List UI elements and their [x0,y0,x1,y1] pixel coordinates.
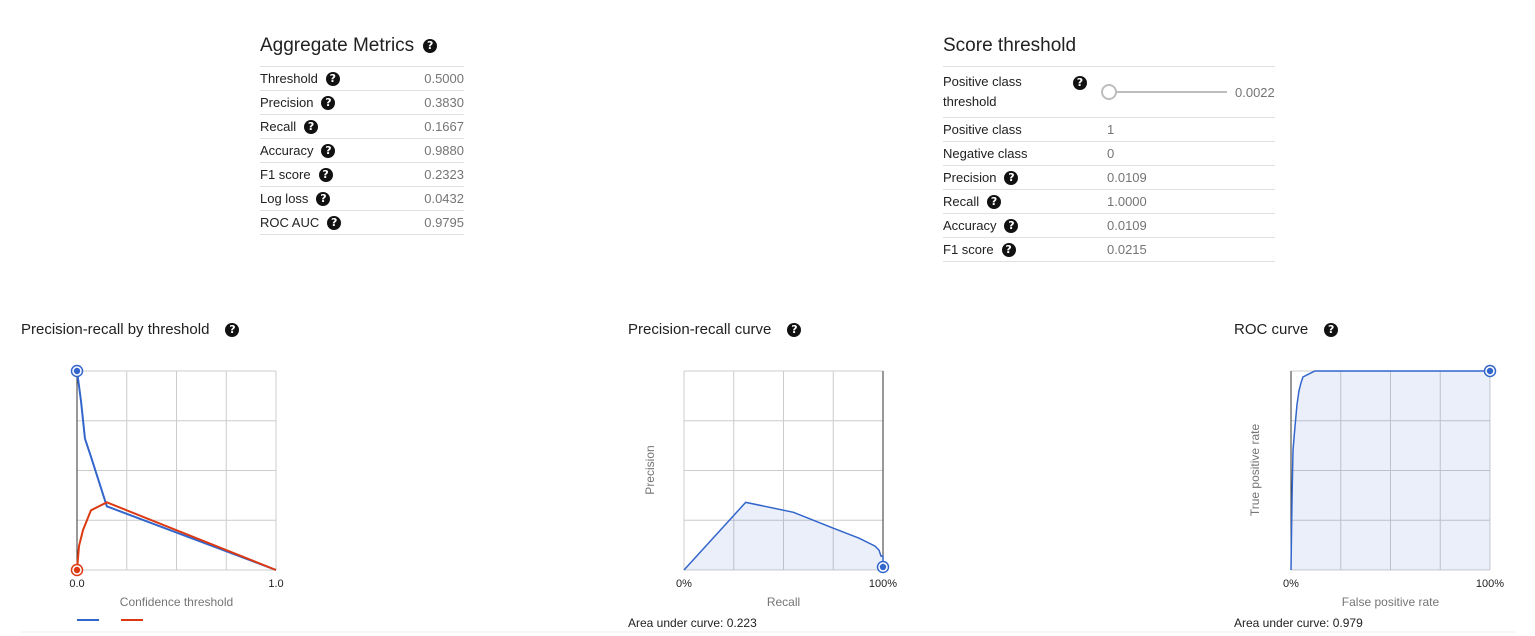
tick-label: 100% [869,578,897,590]
tick-label: 0% [1283,578,1299,590]
precision-threshold-marker-dot [73,367,81,375]
tick-label: 100% [1476,578,1504,590]
tick-label: 0.0 [69,578,84,590]
x-axis-label: Recall [767,595,800,609]
roc-curve-auc: Area under curve: 0.979 [1234,616,1363,630]
recall-threshold-marker-dot [73,566,81,574]
tick-label: 1.0 [268,578,283,590]
threshold-marker-dot [1486,367,1494,375]
charts-canvas: 0.0 1.0 Confidence threshold 0% 100% Recall Pr… [21,364,1515,633]
area-fill [1291,371,1490,570]
tick-label: 0% [676,578,692,590]
y-axis-label: Precision [643,445,657,494]
threshold-marker-dot [879,563,887,571]
y-axis-label: True positive rate [1248,424,1262,517]
x-axis-label: False positive rate [1342,595,1440,609]
pr-curve-auc: Area under curve: 0.223 [628,616,757,630]
x-axis-label: Confidence threshold [120,595,233,609]
